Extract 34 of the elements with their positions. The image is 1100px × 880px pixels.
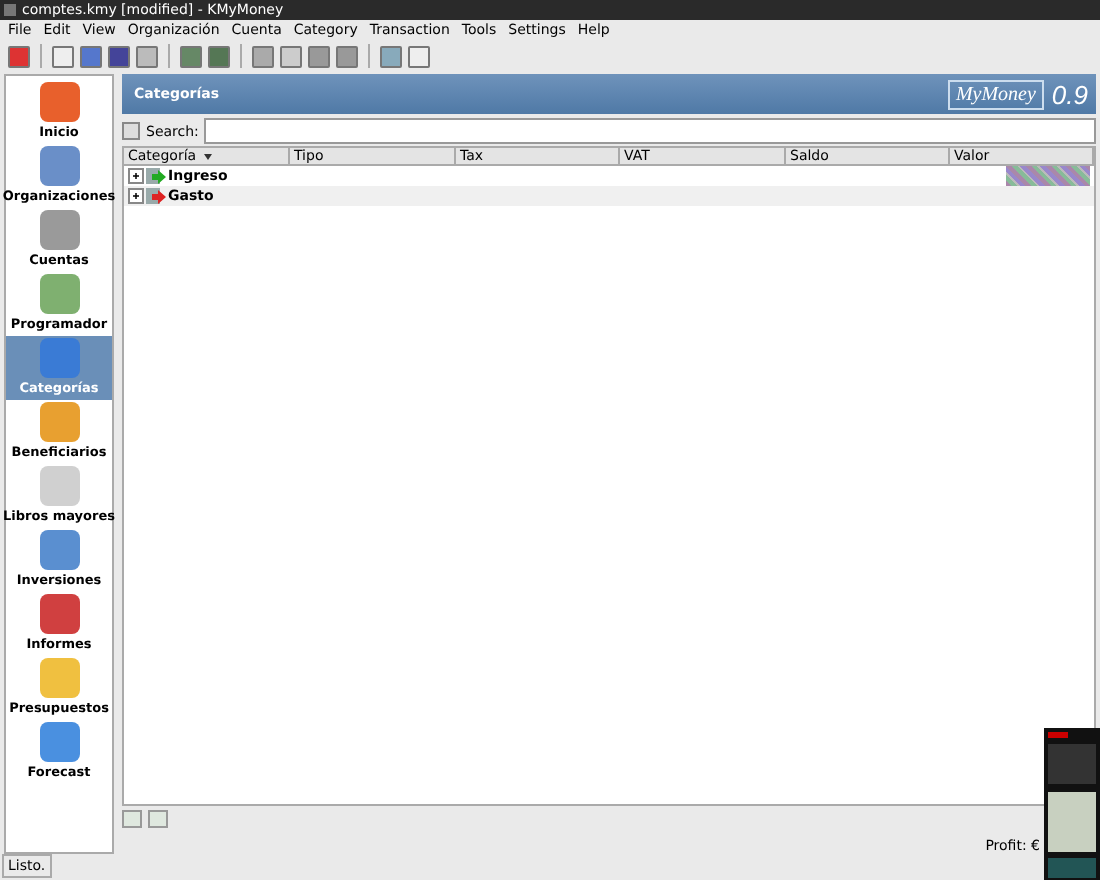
toolbar-icon[interactable] xyxy=(336,45,358,67)
expand-toggle[interactable] xyxy=(128,168,144,184)
toolbar-icon[interactable] xyxy=(8,45,30,67)
toolbar-icon[interactable] xyxy=(80,45,102,67)
version-label: 0.9 xyxy=(1051,79,1088,109)
section-icon xyxy=(39,658,79,698)
section-icon xyxy=(39,594,79,634)
toolbar-icon[interactable] xyxy=(308,45,330,67)
section-icon xyxy=(39,338,79,378)
sort-icon xyxy=(204,153,213,159)
section-icon xyxy=(39,466,79,506)
search-field[interactable] xyxy=(204,118,1096,144)
toolbar-icon[interactable] xyxy=(280,45,302,67)
section-icon xyxy=(39,210,79,250)
section-icon xyxy=(39,82,79,122)
section-icon xyxy=(39,146,79,186)
section-icon xyxy=(39,402,79,442)
category-icon xyxy=(146,187,166,205)
toolbar-icon[interactable] xyxy=(252,45,274,67)
logo: MyMoney xyxy=(947,79,1044,109)
expand-toggle[interactable] xyxy=(128,188,144,204)
toolbar-icon[interactable] xyxy=(408,45,430,67)
clear-search-button[interactable] xyxy=(122,122,140,140)
garbled-graphic xyxy=(1006,166,1090,186)
toolbar-icon[interactable] xyxy=(180,45,202,67)
section-icon xyxy=(39,274,79,314)
toolbar-icon[interactable] xyxy=(52,45,74,67)
section-icon xyxy=(39,722,79,762)
toolbar-icon[interactable] xyxy=(136,45,158,67)
toolbar-icon[interactable] xyxy=(380,45,402,67)
toolbar-icon[interactable] xyxy=(108,45,130,67)
section-icon xyxy=(39,530,79,570)
toolbar-icon[interactable] xyxy=(208,45,230,67)
category-icon xyxy=(146,167,166,185)
